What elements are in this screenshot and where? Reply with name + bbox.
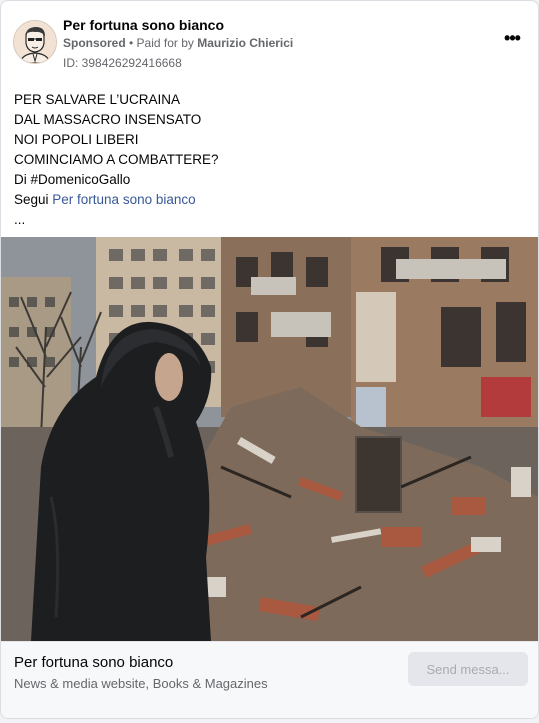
- send-message-button[interactable]: Send messa...: [408, 652, 528, 686]
- sponsored-label: Sponsored: [63, 36, 126, 50]
- payer-name: Maurizio Chierici: [197, 36, 294, 50]
- ad-header: Per fortuna sono bianco Sponsored • Paid…: [13, 13, 526, 70]
- post-line: DAL MASSACRO INSENSATO: [14, 112, 202, 127]
- meta-separator: •: [125, 36, 137, 50]
- avatar[interactable]: [13, 20, 57, 64]
- rubble-photo: [1, 237, 538, 641]
- ad-card: Per fortuna sono bianco Sponsored • Paid…: [0, 0, 539, 719]
- footer-page-name[interactable]: Per fortuna sono bianco: [14, 654, 173, 671]
- footer-category: News & media website, Books & Magazines: [14, 676, 268, 691]
- more-options-button[interactable]: •••: [498, 27, 526, 55]
- post-line: PER SALVARE L’UCRAINA: [14, 92, 181, 107]
- follow-prefix: Segui: [14, 192, 53, 207]
- ad-image[interactable]: [1, 237, 538, 641]
- ad-footer: Per fortuna sono bianco News & media web…: [1, 641, 538, 718]
- follow-page-link[interactable]: Per fortuna sono bianco: [52, 192, 195, 207]
- post-line: COMINCIAMO A COMBATTERE?: [14, 152, 219, 167]
- sponsored-meta: Sponsored • Paid for by Maurizio Chieric…: [63, 36, 293, 50]
- ad-id: ID: 398426292416668: [63, 56, 182, 70]
- post-text: PER SALVARE L’UCRAINA DAL MASSACRO INSEN…: [14, 90, 526, 230]
- page-name-link[interactable]: Per fortuna sono bianco: [63, 17, 224, 33]
- paid-for-prefix: Paid for by: [136, 36, 198, 50]
- avatar-portrait-icon: [14, 21, 56, 63]
- more-horizontal-icon: •••: [504, 28, 521, 48]
- post-line: NOI POPOLI LIBERI: [14, 132, 139, 147]
- post-line: Di #DomenicoGallo: [14, 172, 131, 187]
- see-more-ellipsis[interactable]: ...: [14, 210, 526, 230]
- follow-line: Segui Per fortuna sono bianco: [14, 190, 526, 210]
